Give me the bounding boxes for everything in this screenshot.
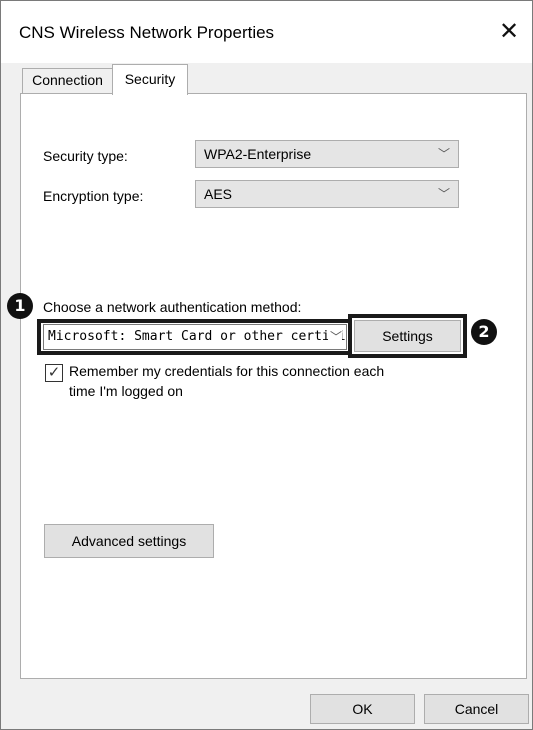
remember-credentials-label-line1: Remember my credentials for this connect… (69, 363, 385, 379)
title-bar: CNS Wireless Network Properties ✕ (1, 1, 532, 63)
ok-button[interactable]: OK (310, 694, 415, 724)
window-title: CNS Wireless Network Properties (19, 23, 275, 42)
security-type-value: WPA2-Enterprise (204, 146, 312, 162)
auth-method-select[interactable]: Microsoft: Smart Card or other certific … (43, 324, 347, 350)
cancel-button[interactable]: Cancel (424, 694, 529, 724)
remember-credentials-label-line2: time I'm logged on (69, 383, 183, 399)
settings-button[interactable]: Settings (354, 320, 461, 352)
remember-credentials-checkbox[interactable]: ✓ (45, 364, 63, 382)
callout-badge-1: 1 (7, 293, 33, 319)
auth-method-value: Microsoft: Smart Card or other certific (48, 329, 347, 344)
properties-dialog: CNS Wireless Network Properties ✕ Connec… (0, 0, 533, 730)
tab-security[interactable]: Security (112, 64, 188, 95)
callout-badge-2: 2 (471, 319, 497, 345)
tab-connection[interactable]: Connection (22, 68, 113, 93)
security-type-label: Security type: (43, 148, 128, 164)
security-type-select[interactable]: WPA2-Enterprise ﹀ (195, 140, 459, 168)
close-icon[interactable]: ✕ (486, 11, 532, 53)
encryption-type-value: AES (204, 186, 233, 202)
encryption-type-select[interactable]: AES ﹀ (195, 180, 459, 208)
encryption-type-label: Encryption type: (43, 188, 144, 204)
auth-method-label: Choose a network authentication method: (43, 299, 302, 315)
chevron-down-icon: ﹀ (437, 187, 450, 201)
chevron-down-icon: ﹀ (437, 147, 450, 161)
advanced-settings-button[interactable]: Advanced settings (44, 524, 214, 558)
checkmark-icon: ✓ (47, 364, 61, 381)
chevron-down-icon: ﹀ (327, 325, 342, 349)
